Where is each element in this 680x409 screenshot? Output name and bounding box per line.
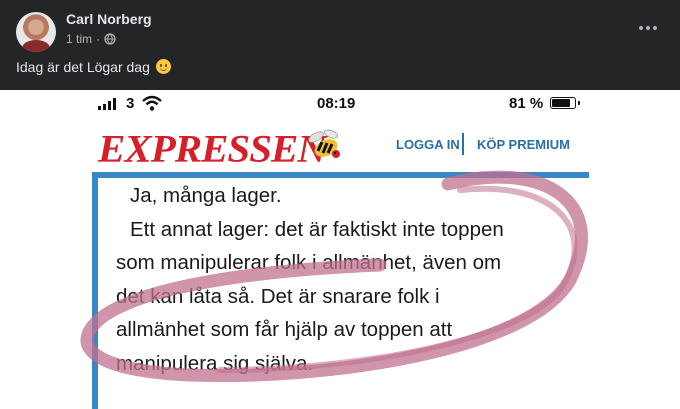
wifi-icon <box>142 95 162 111</box>
article-line: allmänhet som får hjälp av toppen att <box>116 318 453 341</box>
status-time: 08:19 <box>317 95 356 112</box>
post-text: Idag är det Lögar dag <box>16 59 171 75</box>
post-time[interactable]: 1 tim <box>66 32 92 46</box>
buy-premium-link[interactable]: KÖP PREMIUM <box>477 137 570 152</box>
article-line: som manipulerar folk i allmänhet, även o… <box>116 251 502 274</box>
more-options-icon[interactable] <box>636 18 660 38</box>
article-line: Ja, många lager. <box>130 184 282 207</box>
carrier-label: 3 <box>126 95 135 112</box>
author-name[interactable]: Carl Norberg <box>66 11 152 27</box>
battery-icon <box>550 97 580 109</box>
expressen-logo: EXPRESSEN <box>98 126 327 170</box>
avatar[interactable] <box>16 12 56 52</box>
article-line: Ett annat lager: det är faktiskt inte to… <box>130 217 504 241</box>
post-header: Carl Norberg 1 tim · Idag är det Lögar d… <box>0 0 680 90</box>
globe-icon[interactable] <box>104 33 116 45</box>
article-line: det kan låta så. Det är snarare folk i <box>116 284 440 308</box>
battery-percentage: 81 % <box>509 95 544 112</box>
expressen-header: EXPRESSEN LOGGA IN KÖP PREMIUM <box>92 120 592 170</box>
signal-icon <box>98 98 116 110</box>
login-link[interactable]: LOGGA IN <box>396 137 460 152</box>
article-line: manipulera sig själva. <box>116 351 314 375</box>
post-meta: 1 tim · <box>66 32 116 46</box>
wasp-icon <box>308 129 340 158</box>
smiling-face-emoji-icon <box>155 59 171 74</box>
article-text: Ja, många lager. Ett annat lager: det är… <box>116 179 586 380</box>
header-divider <box>462 133 464 155</box>
post-image[interactable]: 3 08:19 81 % EXPRESSEN LOGGA IN KÖP PREM… <box>0 90 680 409</box>
phone-status-bar: 3 08:19 81 % <box>92 90 592 118</box>
